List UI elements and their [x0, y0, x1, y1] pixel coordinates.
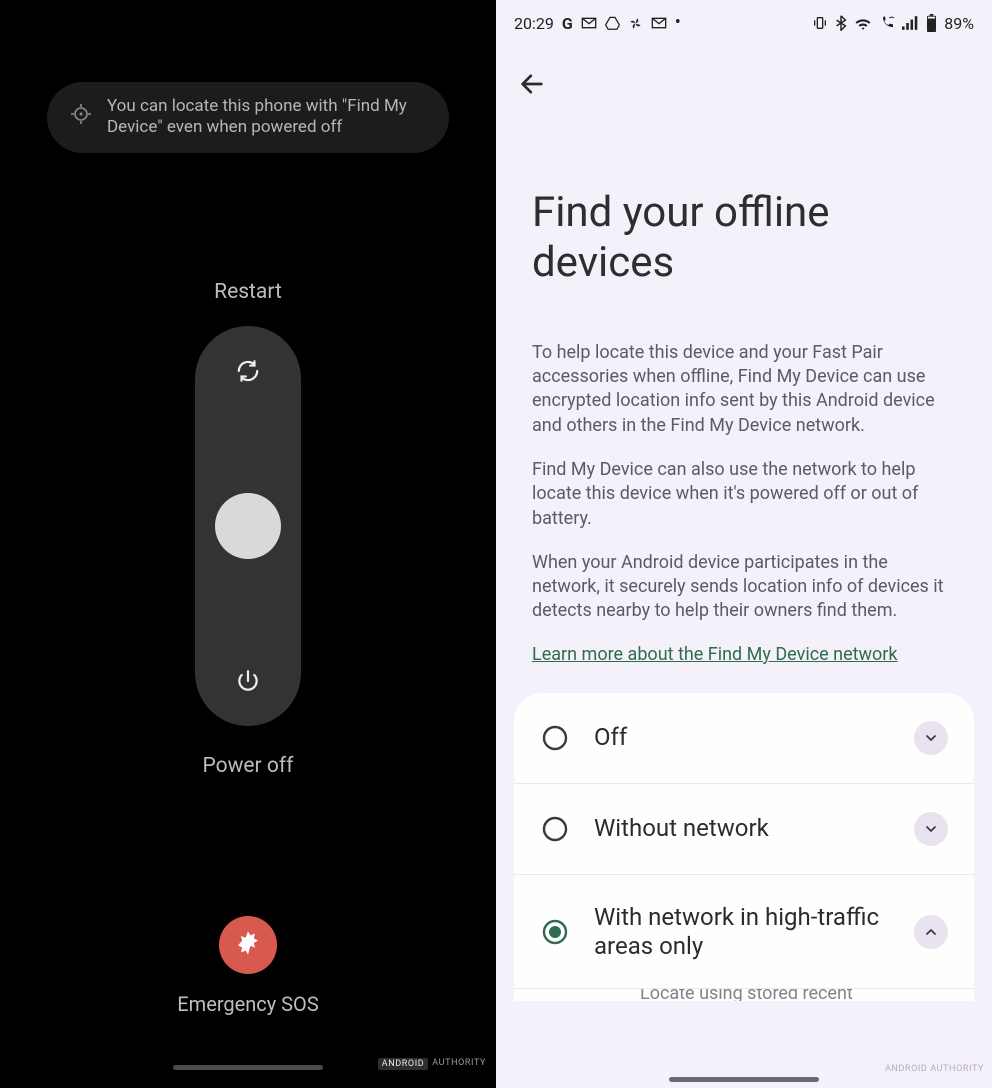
description-block: To help locate this device and your Fast…	[496, 289, 992, 624]
power-slider-thumb[interactable]	[215, 493, 281, 559]
bluetooth-icon	[835, 15, 847, 31]
gesture-handle[interactable]	[173, 1065, 323, 1070]
wifi-calling-icon	[879, 15, 895, 31]
gmail-icon-2	[651, 17, 667, 29]
option-label: Off	[594, 723, 888, 752]
battery-percent: 89%	[944, 14, 974, 33]
gmail-icon	[581, 17, 597, 29]
restart-icon[interactable]	[233, 356, 263, 386]
drive-icon	[605, 16, 620, 30]
power-slider-track[interactable]	[195, 326, 301, 726]
watermark: ANDROID AUTHORITY	[885, 1064, 984, 1074]
restart-label: Restart	[214, 280, 282, 304]
radio-checked-icon	[542, 919, 568, 945]
options-card: Off Without network With network in high…	[514, 693, 974, 1002]
description-para-2: Find My Device can also use the network …	[532, 458, 956, 531]
power-menu-screen: You can locate this phone with "Find My …	[0, 0, 496, 1088]
option-without-network[interactable]: Without network	[514, 784, 974, 875]
settings-screen: 20:29 G •	[496, 0, 992, 1088]
option-off[interactable]: Off	[514, 693, 974, 784]
gesture-handle[interactable]	[669, 1077, 819, 1082]
google-icon: G	[562, 14, 573, 33]
watermark: ANDROID AUTHORITY	[378, 1058, 486, 1070]
battery-icon	[926, 14, 937, 32]
chevron-down-icon[interactable]	[914, 812, 948, 846]
status-bar: 20:29 G •	[496, 0, 992, 46]
locate-icon	[69, 102, 93, 132]
description-para-1: To help locate this device and your Fast…	[532, 341, 956, 438]
learn-more-link[interactable]: Learn more about the Find My Device netw…	[496, 644, 992, 665]
wifi-icon	[854, 16, 872, 30]
watermark-part-b: AUTHORITY	[432, 1058, 486, 1070]
find-my-device-tip: You can locate this phone with "Find My …	[47, 82, 449, 153]
back-button[interactable]	[518, 83, 546, 102]
signal-icon	[902, 16, 919, 30]
emergency-sos-label: Emergency SOS	[177, 992, 318, 1016]
option-label: Without network	[594, 814, 888, 843]
power-off-label: Power off	[203, 754, 294, 778]
option-description-cutoff: Locate using stored recent	[560, 989, 974, 1001]
page-title: Find your offline devices	[496, 102, 992, 289]
chevron-up-icon[interactable]	[914, 915, 948, 949]
emergency-sos-button[interactable]	[219, 916, 277, 974]
power-icon[interactable]	[233, 666, 263, 696]
chevron-down-icon[interactable]	[914, 721, 948, 755]
description-para-3: When your Android device participates in…	[532, 551, 956, 624]
option-with-network-high-traffic[interactable]: With network in high-traffic areas only	[514, 875, 974, 990]
tip-text: You can locate this phone with "Find My …	[107, 96, 427, 139]
radio-unchecked-icon	[542, 816, 568, 842]
option-label: With network in high-traffic areas only	[594, 903, 888, 961]
vibrate-icon	[812, 15, 828, 31]
watermark-part-a: ANDROID	[378, 1058, 429, 1070]
status-time: 20:29	[514, 14, 554, 33]
fan-icon	[628, 16, 643, 31]
radio-unchecked-icon	[542, 725, 568, 751]
medical-icon	[234, 929, 262, 961]
